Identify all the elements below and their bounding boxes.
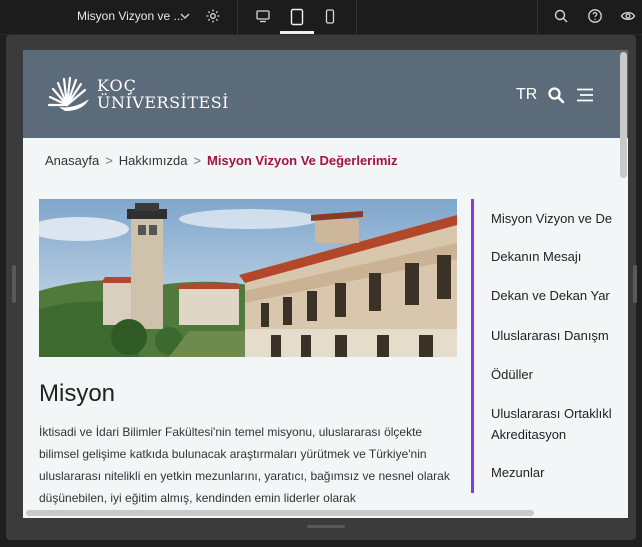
preview-toolbar: Misyon Vizyon ve ... [0,0,642,35]
mobile-icon[interactable] [324,8,336,31]
toolbar-divider [537,0,538,34]
sidenav-item-dekanin-mesaji[interactable]: Dekanın Mesajı [491,249,581,264]
logo-text-universitesi: ÜNİVERSİTESİ [97,93,229,112]
resize-handle-bottom[interactable] [307,525,345,528]
eye-icon[interactable] [620,8,636,29]
sidenav-item-dekan-yardimcilari[interactable]: Dekan ve Dekan Yar [491,288,610,303]
desktop-icon[interactable] [255,8,271,29]
sidenav-item-mezunlar[interactable]: Mezunlar [491,465,544,480]
page-title-dropdown[interactable]: Misyon Vizyon ve ... [77,9,184,23]
tablet-icon[interactable] [289,8,305,31]
breadcrumb-separator: > [105,153,113,168]
resize-handle-right[interactable] [633,265,637,303]
breadcrumb: Anasayfa > Hakkımızda > Misyon Vizyon Ve Değ… [45,153,398,168]
gear-icon[interactable] [205,8,221,29]
sidenav-item-danisma[interactable]: Uluslararası Danışm [491,328,609,343]
vertical-scrollbar[interactable] [620,52,627,178]
toolbar-divider [356,0,357,34]
help-icon[interactable] [587,8,603,29]
chevron-down-icon[interactable] [179,9,191,27]
website-viewport: KOÇ ÜNİVERSİTESİ TR Anasayfa > Hakkımızda >… [23,50,628,518]
site-header: KOÇ ÜNİVERSİTESİ TR [23,50,628,138]
section-title: Misyon [39,380,116,407]
search-icon[interactable] [547,86,565,109]
side-navigation: Misyon Vizyon ve De Dekanın Mesajı Dekan… [471,199,628,493]
toolbar-divider [237,0,238,34]
sidenav-item-akreditasyon[interactable]: Akreditasyon [491,427,566,442]
breadcrumb-current: Misyon Vizyon Ve Değerlerimiz [207,153,398,168]
breadcrumb-hakkimizda[interactable]: Hakkımızda [119,153,188,168]
campus-hero-image [39,199,457,357]
breadcrumb-home[interactable]: Anasayfa [45,153,99,168]
hamburger-menu-icon[interactable] [575,88,595,107]
sidenav-item-misyon[interactable]: Misyon Vizyon ve De [491,211,612,226]
resize-handle-left[interactable] [12,265,16,303]
koc-logo-mark[interactable] [45,73,91,118]
language-switch[interactable]: TR [516,86,537,104]
horizontal-scrollbar[interactable] [26,510,534,516]
active-device-indicator [280,31,314,34]
search-icon[interactable] [553,8,569,29]
breadcrumb-separator: > [193,153,202,168]
sidenav-item-oduller[interactable]: Ödüller [491,367,533,382]
section-paragraph: İktisadi ve İdari Bilimler Fakültesi'nin… [39,425,450,505]
sidenav-item-ortakliklar[interactable]: Uluslararası Ortaklıkl [491,406,612,421]
